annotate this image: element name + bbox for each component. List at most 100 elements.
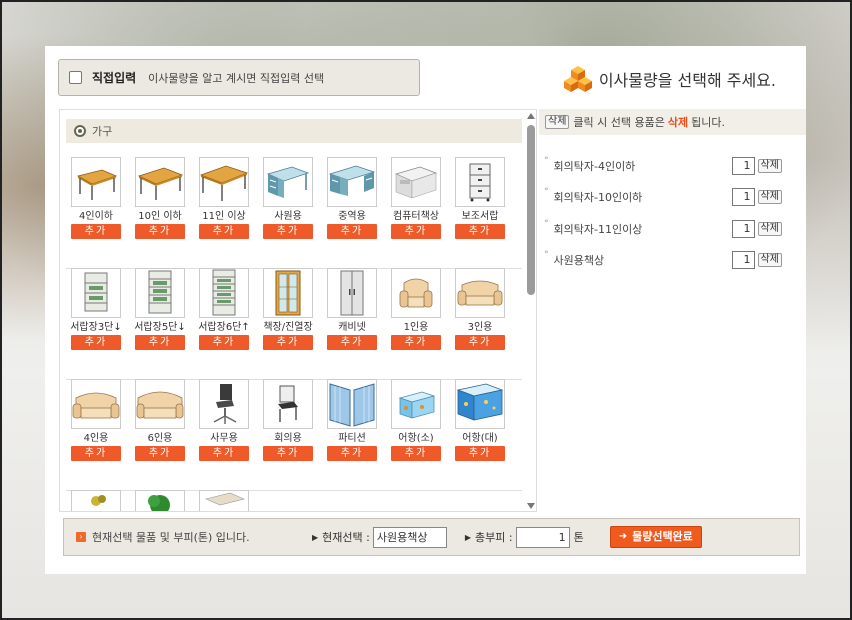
volume-select-panel: 직접입력 이사물량을 알고 계시면 직접입력 선택 이사물량을 선택해 주세요.…: [45, 46, 806, 574]
add-button[interactable]: 추가: [455, 446, 505, 461]
add-button[interactable]: 추가: [199, 224, 249, 239]
current-selection-field[interactable]: 사원용책상: [372, 526, 447, 548]
item-thumb[interactable]: [455, 268, 505, 318]
item-thumb[interactable]: [199, 157, 249, 207]
item-card: 4인용 추가: [70, 379, 122, 461]
item-card: 서랍장5단↓ 추가: [134, 268, 186, 350]
fish-tank-icon: [398, 391, 436, 419]
add-button[interactable]: 추가: [263, 335, 313, 350]
top-bar: 직접입력 이사물량을 알고 계시면 직접입력 선택 이사물량을 선택해 주세요.: [45, 46, 806, 104]
fish-tank-icon: [456, 383, 504, 421]
item-list-scrollbar[interactable]: [526, 113, 536, 509]
selected-item-row: ° 회의탁자-11인이상 1 삭제: [544, 219, 800, 239]
item-thumb[interactable]: [263, 379, 313, 429]
item-label: 1인용: [403, 322, 429, 333]
item-card: 어항(소) 추가: [390, 379, 442, 461]
delete-button[interactable]: 삭제: [757, 190, 782, 204]
item-card: 서랍장6단↑ 추가: [198, 268, 250, 350]
item-thumb[interactable]: [71, 268, 121, 318]
add-button[interactable]: 추가: [71, 224, 121, 239]
item-thumb[interactable]: [135, 157, 185, 207]
add-button[interactable]: 추가: [135, 446, 185, 461]
scroll-down-arrow-icon[interactable]: [527, 503, 535, 509]
add-button[interactable]: 추가: [327, 335, 377, 350]
quantity-input[interactable]: 1: [731, 220, 755, 238]
item-thumb[interactable]: [263, 157, 313, 207]
add-button[interactable]: 추가: [71, 335, 121, 350]
add-button[interactable]: 추가: [135, 335, 185, 350]
item-thumb[interactable]: [327, 379, 377, 429]
item-thumb[interactable]: [391, 268, 441, 318]
item-thumb[interactable]: [199, 379, 249, 429]
add-button[interactable]: 추가: [455, 335, 505, 350]
quantity-input[interactable]: 1: [731, 188, 755, 206]
total-volume-field[interactable]: 1: [515, 526, 570, 548]
computer-desk-icon: [394, 166, 438, 199]
item-thumb[interactable]: [199, 490, 249, 511]
bookcase-icon: [275, 270, 301, 316]
add-button[interactable]: 추가: [135, 224, 185, 239]
item-thumb[interactable]: [455, 157, 505, 207]
item-label: 파티션: [338, 433, 366, 444]
add-button[interactable]: 추가: [391, 335, 441, 350]
item-card: 어항(대) 추가: [454, 379, 506, 461]
item-label: 어항(대): [462, 433, 498, 444]
chest-of-drawers-icon: [212, 269, 236, 316]
boxes-icon: [563, 66, 592, 92]
item-card: 책장/진열장 추가: [262, 268, 314, 350]
scroll-thumb[interactable]: [527, 125, 535, 295]
category-label: 가구: [92, 125, 113, 138]
item-thumb[interactable]: [263, 268, 313, 318]
item-thumb[interactable]: [71, 490, 121, 511]
add-button[interactable]: 추가: [199, 335, 249, 350]
category-bar[interactable]: 가구: [66, 119, 522, 143]
complete-selection-button[interactable]: ➜ 물량선택완료: [609, 526, 702, 548]
item-thumb[interactable]: [135, 379, 185, 429]
office-desk-icon: [266, 166, 310, 198]
meeting-chair-icon: [278, 385, 298, 422]
delete-button[interactable]: 삭제: [757, 159, 782, 173]
delete-button[interactable]: 삭제: [757, 222, 782, 236]
add-button[interactable]: 추가: [263, 446, 313, 461]
direct-input-toggle[interactable]: 직접입력 이사물량을 알고 계시면 직접입력 선택: [58, 59, 420, 96]
item-thumb[interactable]: [71, 379, 121, 429]
radio-icon[interactable]: [74, 125, 86, 137]
selected-item-name: 회의탁자-10인이하: [553, 191, 643, 204]
selected-item-name: 회의탁자-11인이상: [553, 223, 643, 236]
sofa-icon: [457, 280, 503, 306]
info-arrow-icon: ›: [76, 532, 86, 542]
item-thumb[interactable]: [135, 490, 185, 511]
add-button[interactable]: 추가: [199, 446, 249, 461]
scroll-up-arrow-icon[interactable]: [527, 113, 535, 119]
bullet-icon: °: [544, 250, 549, 260]
chest-of-drawers-icon: [84, 272, 108, 312]
item-thumb[interactable]: [327, 157, 377, 207]
selected-item-row: ° 회의탁자-10인이하 1 삭제: [544, 187, 800, 207]
direct-input-checkbox[interactable]: [69, 71, 82, 84]
item-list-panel: 가구 4인이하 추가 10인 이하 추가 11인 이상 추가 사원용 추가 중역…: [59, 109, 537, 512]
add-button[interactable]: 추가: [455, 224, 505, 239]
item-thumb[interactable]: [71, 157, 121, 207]
add-button[interactable]: 추가: [71, 446, 121, 461]
delete-button[interactable]: 삭제: [757, 253, 782, 267]
add-button[interactable]: 추가: [391, 224, 441, 239]
item-thumb[interactable]: [327, 268, 377, 318]
item-thumb[interactable]: [455, 379, 505, 429]
office-chair-icon: [213, 384, 237, 424]
drawer-cabinet-icon: [469, 163, 491, 202]
add-button[interactable]: 추가: [391, 446, 441, 461]
add-button[interactable]: 추가: [327, 224, 377, 239]
tree-icon: [148, 495, 170, 511]
item-card: 1인용 추가: [390, 268, 442, 350]
quantity-input[interactable]: 1: [731, 251, 755, 269]
quantity-input[interactable]: 1: [731, 157, 755, 175]
triangle-icon: ▶: [464, 532, 471, 542]
armchair-icon: [399, 278, 433, 308]
item-thumb[interactable]: [391, 157, 441, 207]
item-thumb[interactable]: [391, 379, 441, 429]
item-thumb[interactable]: [199, 268, 249, 318]
add-button[interactable]: 추가: [327, 446, 377, 461]
table-icon: [200, 165, 248, 201]
item-thumb[interactable]: [135, 268, 185, 318]
add-button[interactable]: 추가: [263, 224, 313, 239]
